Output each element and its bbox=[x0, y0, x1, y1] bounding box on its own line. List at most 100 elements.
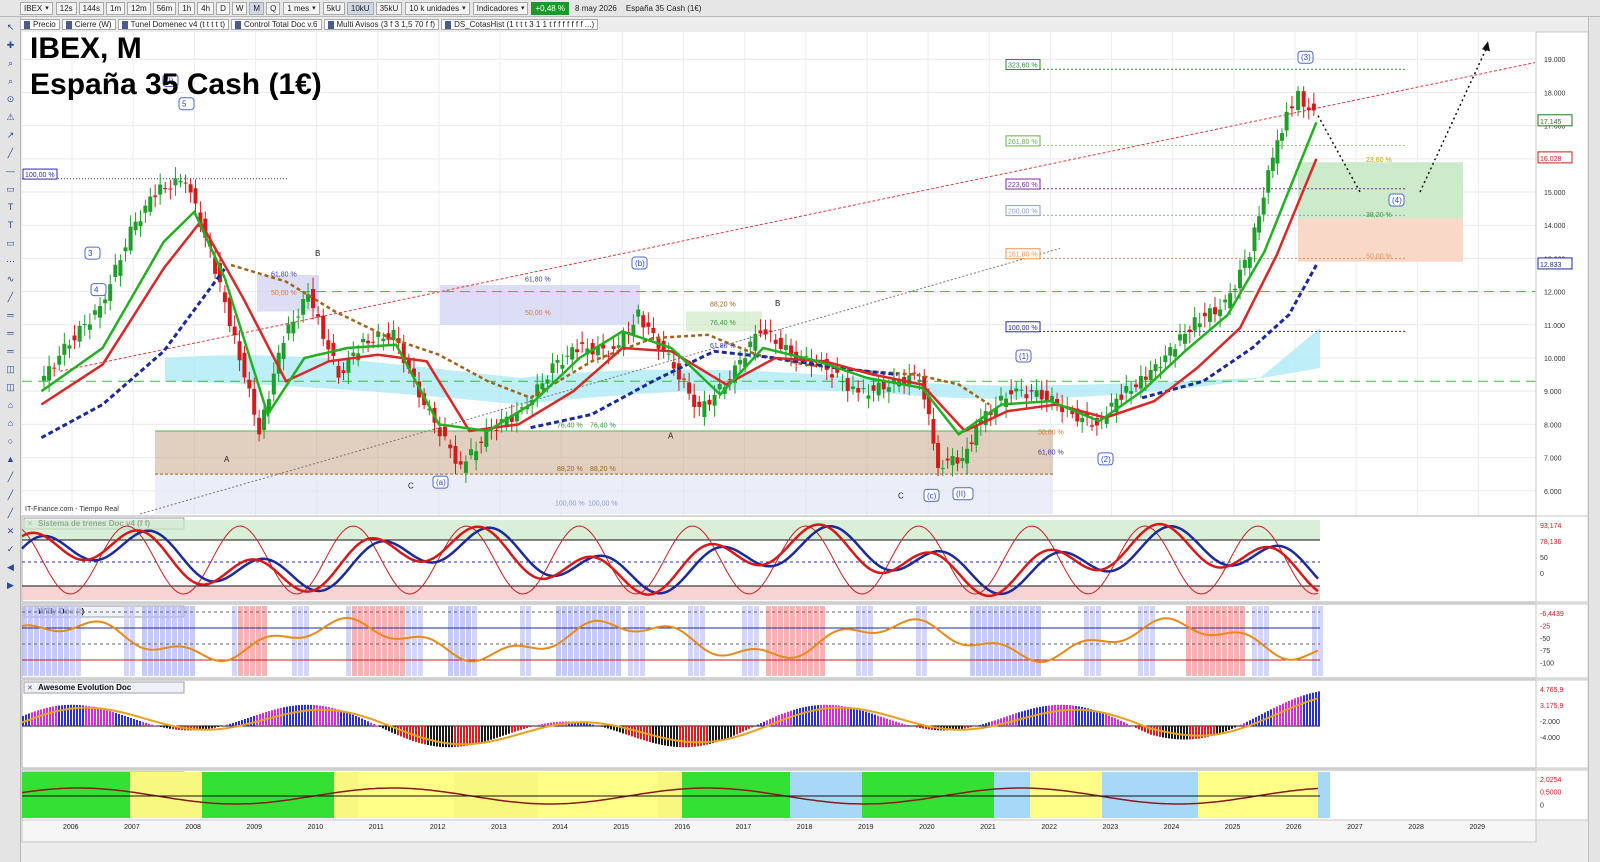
drawing-tool-icon[interactable]: ◫ bbox=[5, 365, 16, 374]
willy-bar bbox=[124, 606, 129, 676]
right-scroll-edge[interactable] bbox=[1588, 17, 1600, 862]
awesome-bar bbox=[208, 726, 210, 729]
candle-body bbox=[463, 461, 468, 473]
fuerza-bar bbox=[106, 772, 118, 818]
indicator-chip[interactable]: DS_CotasHist (1 t t t 3 1 1 t f f f f f … bbox=[441, 19, 599, 30]
candle-body bbox=[479, 441, 484, 444]
timeframe-144s[interactable]: 144s bbox=[78, 1, 105, 15]
candle-body bbox=[1119, 394, 1124, 400]
indicator-chip[interactable]: Tunel Domenec v4 (t t t t t) bbox=[117, 19, 229, 30]
drawing-tool-icon[interactable]: ⊙ bbox=[5, 95, 16, 104]
drawing-tool-icon[interactable]: ═ bbox=[5, 347, 16, 356]
timeframe-d[interactable]: D bbox=[216, 1, 230, 15]
timeframe-m[interactable]: M bbox=[249, 1, 265, 15]
awesome-bar bbox=[163, 726, 165, 728]
awesome-bar bbox=[1294, 698, 1296, 726]
awesome-bar bbox=[1180, 726, 1182, 740]
indicators-button[interactable]: Indicadores bbox=[472, 1, 529, 15]
wave-label: B bbox=[775, 299, 780, 308]
unit-10ku[interactable]: 10kU bbox=[346, 1, 374, 15]
candle-body bbox=[886, 387, 891, 392]
timeframe-12s[interactable]: 12s bbox=[55, 1, 77, 15]
indicator-label: DS_CotasHist (1 t t t 3 1 1 t f f f f f … bbox=[454, 20, 595, 29]
drawing-tool-icon[interactable]: ⚠ bbox=[5, 113, 16, 122]
drawing-tool-icon[interactable]: ╱ bbox=[5, 149, 16, 158]
candle-body bbox=[692, 394, 697, 407]
drawing-tool-icon[interactable]: ⌕ bbox=[5, 59, 16, 68]
drawing-tool-icon[interactable]: ═ bbox=[5, 329, 16, 338]
drawing-tool-icon[interactable]: ═ bbox=[5, 311, 16, 320]
awesome-bar bbox=[316, 705, 318, 726]
drawing-tool-icon[interactable]: ⌂ bbox=[5, 401, 16, 410]
unit-5ku[interactable]: 5kU bbox=[322, 1, 345, 15]
drawing-tool-icon[interactable]: ✓ bbox=[5, 545, 16, 554]
indicator-chip[interactable]: Cierre (W) bbox=[61, 19, 116, 30]
awesome-bar bbox=[103, 709, 105, 726]
awesome-bar bbox=[1003, 717, 1005, 726]
willy-bar bbox=[352, 606, 357, 676]
candle-body bbox=[1233, 288, 1238, 291]
drawing-tool-icon[interactable]: ✚ bbox=[5, 41, 16, 50]
drawing-tool-icon[interactable]: T bbox=[5, 221, 16, 230]
willy-bar bbox=[748, 606, 753, 676]
awesome-bar bbox=[397, 726, 399, 736]
units-dropdown[interactable]: 10 k unidades bbox=[405, 1, 470, 15]
chart-canvas[interactable]: 323,60 %261,80 %223,60 %200,00 %161,80 %… bbox=[0, 0, 1600, 862]
indicator-chip[interactable]: Precio bbox=[20, 19, 60, 30]
awesome-bar bbox=[985, 723, 987, 726]
close-icon: ✕ bbox=[27, 685, 33, 692]
awesome-bar bbox=[430, 726, 432, 746]
timeframe-1h[interactable]: 1h bbox=[178, 1, 196, 15]
drawing-tool-icon[interactable]: ▭ bbox=[5, 239, 16, 248]
awesome-bar bbox=[124, 715, 126, 726]
drawing-tool-icon[interactable]: T bbox=[5, 203, 16, 212]
timeframe-1m[interactable]: 1m bbox=[106, 1, 126, 15]
indicator-chip[interactable]: Multi Avisos (3 f 3 1,5 70 f f) bbox=[323, 19, 440, 30]
awesome-bar bbox=[742, 726, 744, 732]
awesome-bar bbox=[511, 726, 513, 733]
drawing-tool-icon[interactable]: ↖ bbox=[5, 23, 16, 32]
fuerza-bar bbox=[970, 772, 982, 818]
drawing-tool-icon[interactable]: ⌕ bbox=[5, 77, 16, 86]
awesome-bar bbox=[496, 726, 498, 738]
drawing-tool-icon[interactable]: ∿ bbox=[5, 275, 16, 284]
fuerza-bar bbox=[346, 772, 358, 818]
drawing-tool-icon[interactable]: ╱ bbox=[5, 509, 16, 518]
fib-label: 261,80 % bbox=[1008, 139, 1038, 146]
fib-label: 50,00 % bbox=[525, 310, 551, 317]
indicator-swatch bbox=[65, 20, 72, 29]
timeframe-w[interactable]: W bbox=[231, 1, 248, 15]
drawing-tool-icon[interactable]: ▶ bbox=[5, 581, 16, 590]
candle-body bbox=[103, 299, 108, 304]
drawing-tool-icon[interactable]: ○ bbox=[5, 437, 16, 446]
drawing-tool-icon[interactable]: ⋯ bbox=[5, 257, 16, 266]
left-drawing-toolbar: ↖ ✚ ⌕ ⌕ ⊙ ⚠ ↗ ╱ — ▭ T T ▭ ⋯ ∿ ╱ ═ ═ ═ ◫ ◫ ⌂ ⌂ ○ ▲ ╱ ╱ ╱ ✕ ✓ ◀ ▶ bbox=[0, 17, 21, 862]
panel-axis-label: 50 bbox=[1540, 555, 1548, 562]
awesome-bar bbox=[367, 721, 369, 726]
drawing-tool-icon[interactable]: ↗ bbox=[5, 131, 16, 140]
timeframe-56m[interactable]: 56m bbox=[152, 1, 177, 15]
timeframe-12m[interactable]: 12m bbox=[127, 1, 151, 15]
symbol-selector[interactable]: IBEX bbox=[20, 1, 53, 15]
drawing-tool-icon[interactable]: ✕ bbox=[5, 527, 16, 536]
candle-body bbox=[474, 451, 479, 461]
timeframe-4h[interactable]: 4h bbox=[197, 1, 215, 15]
period-selector[interactable]: 1 mes bbox=[283, 1, 320, 15]
timeframe-q[interactable]: Q bbox=[266, 1, 281, 15]
awesome-bar bbox=[214, 726, 216, 728]
drawing-tool-icon[interactable]: — bbox=[5, 167, 16, 176]
indicator-chip[interactable]: Control Total Doc v.6 bbox=[230, 19, 322, 30]
drawing-tool-icon[interactable]: ◀ bbox=[5, 563, 16, 572]
drawing-tool-icon[interactable]: ◫ bbox=[5, 383, 16, 392]
drawing-tool-icon[interactable]: ╱ bbox=[5, 293, 16, 302]
awesome-bar bbox=[1198, 726, 1200, 739]
unit-35ku[interactable]: 35kU bbox=[375, 1, 403, 15]
awesome-bar bbox=[85, 705, 87, 726]
awesome-bar bbox=[151, 724, 153, 726]
drawing-tool-icon[interactable]: ⌂ bbox=[5, 419, 16, 428]
willy-bar bbox=[766, 606, 771, 676]
drawing-tool-icon[interactable]: ╱ bbox=[5, 491, 16, 500]
drawing-tool-icon[interactable]: ╱ bbox=[5, 473, 16, 482]
drawing-tool-icon[interactable]: ▭ bbox=[5, 185, 16, 194]
drawing-tool-icon[interactable]: ▲ bbox=[5, 455, 16, 464]
